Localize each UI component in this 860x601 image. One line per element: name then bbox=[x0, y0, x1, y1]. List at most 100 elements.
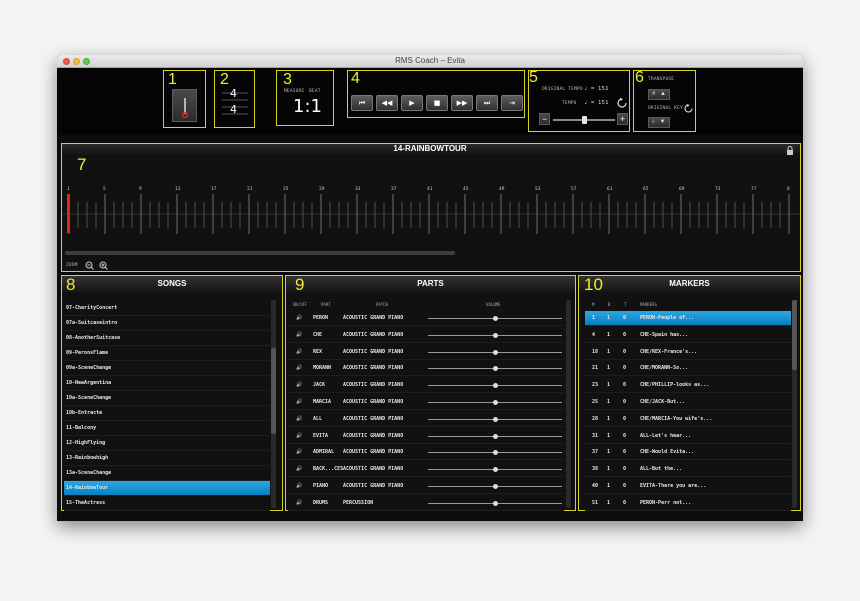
volume-slider-handle[interactable] bbox=[493, 316, 498, 321]
patch-name[interactable]: ACOUSTIC GRAND PIANO bbox=[343, 462, 403, 477]
song-list-item[interactable]: 11-Balcony bbox=[64, 421, 270, 436]
song-list-item[interactable]: 14-RainbowTour bbox=[64, 481, 270, 496]
part-name: PIANO bbox=[313, 483, 329, 489]
marker-m: 31 bbox=[592, 432, 599, 439]
marker-row[interactable]: 4 1 0 CHE-Spain has... bbox=[585, 328, 791, 343]
speaker-icon[interactable]: 🔊 bbox=[296, 412, 302, 427]
song-list-item[interactable]: 07-CharityConcert bbox=[64, 301, 270, 316]
song-list-item[interactable]: 08-AnotherSuitcase bbox=[64, 331, 270, 346]
skip-to-start-button[interactable]: ⏮ bbox=[351, 95, 373, 111]
speaker-icon[interactable]: 🔊 bbox=[296, 378, 302, 393]
song-list-item[interactable]: 10-NewArgentina bbox=[64, 376, 270, 391]
fast-forward-button[interactable]: ▶▶ bbox=[451, 95, 473, 111]
song-list-item[interactable]: 13a-SceneChange bbox=[64, 466, 270, 481]
metronome-button[interactable] bbox=[172, 89, 197, 122]
marker-row[interactable]: 21 1 0 CHE/MORANN-So... bbox=[585, 361, 791, 377]
original-tempo-value: ♩ = 151 bbox=[584, 86, 609, 92]
song-list-item[interactable]: 15-TheActress bbox=[64, 496, 270, 511]
marker-m: 21 bbox=[592, 365, 599, 372]
songs-scroll-thumb[interactable] bbox=[271, 348, 276, 434]
skip-to-end-button[interactable]: ⏭ bbox=[476, 95, 498, 111]
speaker-icon[interactable]: 🔊 bbox=[296, 395, 302, 410]
marker-row[interactable]: 25 1 0 CHE/JACK-But... bbox=[585, 395, 791, 410]
part-name: MARCIA bbox=[313, 399, 332, 405]
patch-name[interactable]: ACOUSTIC GRAND PIANO bbox=[343, 429, 403, 444]
marker-b: 1 bbox=[607, 499, 611, 506]
patch-name[interactable]: PERCUSSION bbox=[343, 496, 373, 511]
patch-name[interactable]: ACOUSTIC GRAND PIANO bbox=[343, 361, 403, 376]
marker-m: 18 bbox=[592, 348, 599, 355]
stop-button[interactable]: ■ bbox=[426, 95, 448, 111]
volume-slider-handle[interactable] bbox=[493, 467, 498, 473]
transpose-down-button[interactable]: ♭ ▼ bbox=[648, 117, 670, 128]
speaker-icon[interactable]: 🔊 bbox=[296, 328, 302, 343]
tempo-increase-button[interactable]: + bbox=[617, 113, 628, 125]
parts-scrollbar[interactable] bbox=[566, 300, 571, 508]
original-key-label: ORIGINAL KEY bbox=[648, 106, 683, 111]
volume-slider-handle[interactable] bbox=[493, 484, 498, 489]
part-name: REX bbox=[313, 348, 323, 355]
patch-name[interactable]: ACOUSTIC GRAND PIANO bbox=[343, 445, 403, 460]
marker-row[interactable]: 31 1 0 ALL-Let's hear... bbox=[585, 429, 791, 444]
transpose-up-button[interactable]: # ▲ bbox=[648, 89, 670, 100]
volume-slider-handle[interactable] bbox=[493, 400, 498, 405]
loop-button[interactable]: ⇥ bbox=[501, 95, 523, 111]
song-list-item[interactable]: 12-HighFlying bbox=[64, 436, 270, 451]
song-list-item[interactable]: 09a-SceneChange bbox=[64, 361, 270, 376]
marker-row[interactable]: 28 1 0 CHE/MARCIA-You wife's... bbox=[585, 412, 791, 427]
rewind-button[interactable]: ◀◀ bbox=[376, 95, 398, 111]
markers-scroll-thumb[interactable] bbox=[792, 300, 797, 370]
volume-slider-handle[interactable] bbox=[493, 450, 498, 456]
patch-name[interactable]: ACOUSTIC GRAND PIANO bbox=[343, 395, 403, 410]
speaker-icon[interactable]: 🔊 bbox=[296, 361, 302, 376]
parts-list: 🔊 PERON ACOUSTIC GRAND PIANO 🔊 CHE ACOUSTIC G… bbox=[288, 311, 564, 511]
speaker-icon[interactable]: 🔊 bbox=[296, 496, 302, 511]
volume-slider-handle[interactable] bbox=[493, 383, 498, 389]
song-list-item[interactable]: 10b-Entracte bbox=[64, 406, 270, 421]
patch-name[interactable]: ACOUSTIC GRAND PIANO bbox=[343, 378, 403, 393]
marker-row[interactable]: 37 1 0 CHE-Would Evita... bbox=[585, 445, 791, 461]
reset-key-icon[interactable] bbox=[684, 104, 693, 113]
marker-row[interactable]: 23 1 0 CHE/PHILLIP-looks as... bbox=[585, 378, 791, 394]
reset-tempo-icon[interactable] bbox=[617, 98, 627, 108]
playhead[interactable] bbox=[67, 194, 70, 233]
marker-row[interactable]: 51 1 0 PERON-Perr not... bbox=[585, 496, 791, 511]
patch-name[interactable]: ACOUSTIC GRAND PIANO bbox=[343, 328, 403, 343]
marker-t: 0 bbox=[623, 331, 627, 338]
zoom-in-icon[interactable] bbox=[99, 261, 108, 270]
song-list-item[interactable]: 09-PeronsFlame bbox=[64, 346, 270, 361]
marker-row[interactable]: 18 1 0 CHE/REX-France's... bbox=[585, 345, 791, 360]
speaker-icon[interactable]: 🔊 bbox=[296, 429, 302, 444]
speaker-icon[interactable]: 🔊 bbox=[296, 462, 302, 477]
speaker-icon[interactable]: 🔊 bbox=[296, 445, 302, 460]
lock-icon[interactable] bbox=[786, 146, 794, 155]
tempo-decrease-button[interactable]: − bbox=[539, 113, 550, 125]
time-signature-display[interactable]: 4 4 bbox=[222, 87, 248, 122]
zoom-out-icon[interactable] bbox=[85, 261, 94, 270]
song-list-item[interactable]: 10a-SceneChange bbox=[64, 391, 270, 406]
tempo-slider-handle[interactable] bbox=[582, 116, 587, 124]
patch-name[interactable]: ACOUSTIC GRAND PIANO bbox=[343, 412, 403, 427]
play-button[interactable]: ▶ bbox=[401, 95, 423, 111]
volume-slider-handle[interactable] bbox=[493, 433, 498, 439]
marker-row[interactable]: 38 1 0 ALL-But the... bbox=[585, 462, 791, 478]
volume-slider-handle[interactable] bbox=[493, 416, 498, 422]
col-markers: MARKERS bbox=[640, 302, 657, 307]
patch-name[interactable]: ACOUSTIC GRAND PIANO bbox=[343, 479, 403, 494]
marker-row[interactable]: 1 1 0 PERON-People of... bbox=[585, 311, 791, 326]
patch-name[interactable]: ACOUSTIC GRAND PIANO bbox=[343, 311, 403, 326]
volume-slider-handle[interactable] bbox=[493, 332, 498, 338]
marker-row[interactable]: 40 1 0 EVITA-There you are... bbox=[585, 479, 791, 494]
timeline-scroll-thumb[interactable] bbox=[65, 251, 455, 255]
speaker-icon[interactable]: 🔊 bbox=[296, 345, 302, 360]
song-list-item[interactable]: 07a-Suitcaseintro bbox=[64, 316, 270, 331]
volume-slider-handle[interactable] bbox=[493, 366, 498, 372]
speaker-icon[interactable]: 🔊 bbox=[296, 479, 302, 494]
volume-slider-handle[interactable] bbox=[493, 500, 498, 506]
marker-t: 0 bbox=[623, 382, 627, 389]
speaker-icon[interactable]: 🔊 bbox=[296, 311, 302, 326]
patch-name[interactable]: ACOUSTIC GRAND PIANO bbox=[343, 345, 403, 360]
song-list-item[interactable]: 13-Rainbowhigh bbox=[64, 451, 270, 466]
volume-slider-handle[interactable] bbox=[493, 349, 498, 355]
timeline-track[interactable] bbox=[62, 192, 800, 252]
